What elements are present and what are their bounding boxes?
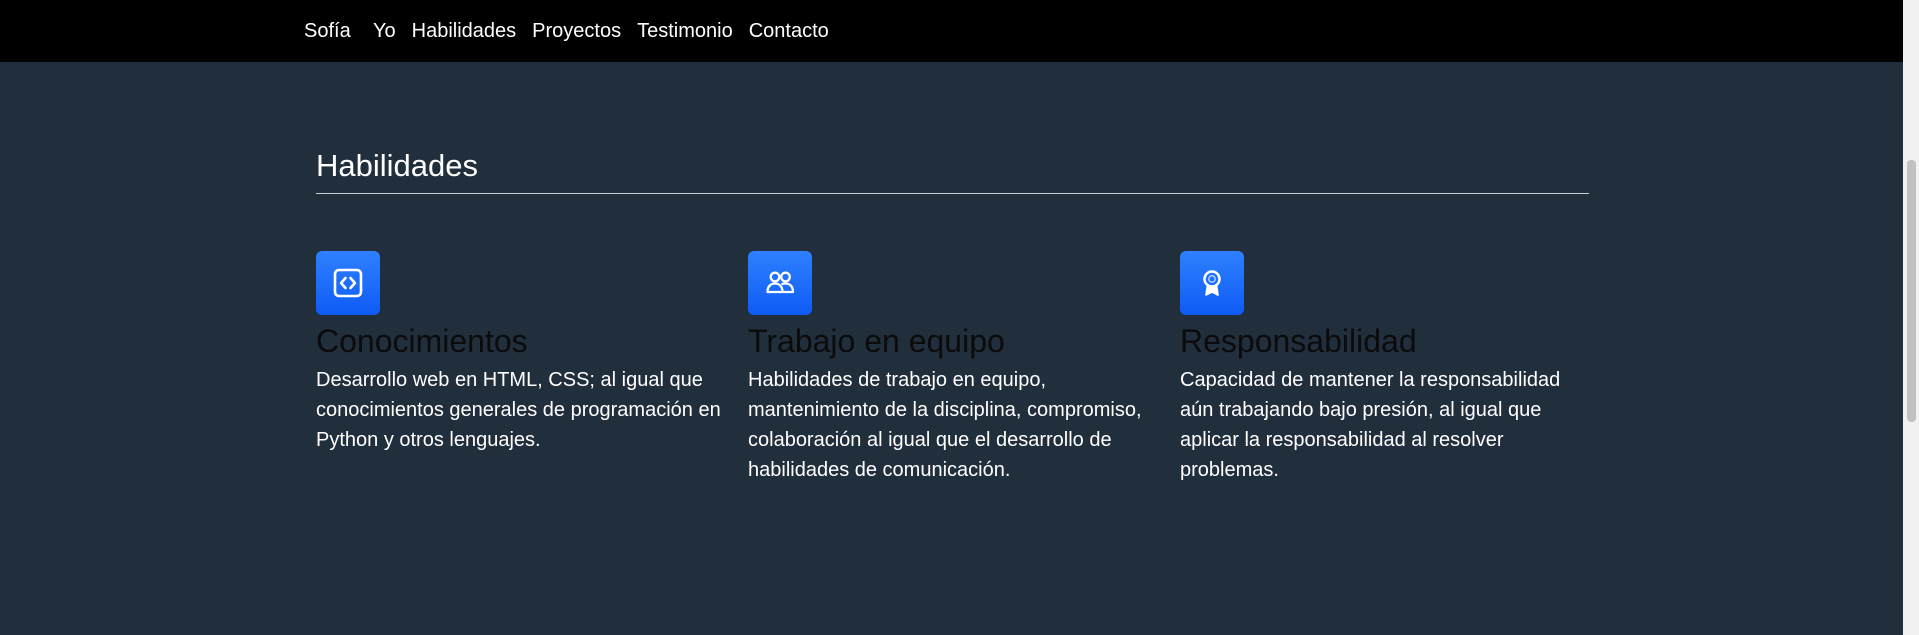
skill-description: Capacidad de mantener la responsabilidad… bbox=[1180, 369, 1561, 481]
skill-card-responsabilidad: Responsabilidad Capacidad de mantener la… bbox=[1180, 251, 1585, 485]
code-icon bbox=[316, 251, 380, 315]
page-scrollbar[interactable] bbox=[1903, 0, 1919, 635]
skill-title: Responsabilidad bbox=[1180, 323, 1417, 359]
nav-brand[interactable]: Sofía bbox=[304, 20, 351, 42]
skill-title: Trabajo en equipo bbox=[748, 323, 1005, 359]
nav-link-proyectos[interactable]: Proyectos bbox=[532, 20, 621, 42]
award-icon bbox=[1180, 251, 1244, 315]
skills-row: Conocimientos Desarrollo web en HTML, CS… bbox=[316, 251, 1585, 485]
section-title: Habilidades bbox=[316, 148, 478, 183]
skill-card-conocimientos: Conocimientos Desarrollo web en HTML, CS… bbox=[316, 251, 721, 485]
nav-link-testimonio[interactable]: Testimonio bbox=[637, 20, 733, 42]
nav-link-yo[interactable]: Yo bbox=[373, 20, 396, 42]
nav-links: Yo Habilidades Proyectos Testimonio Cont… bbox=[373, 20, 829, 42]
nav-link-habilidades[interactable]: Habilidades bbox=[412, 20, 517, 42]
people-icon bbox=[748, 251, 812, 315]
scrollbar-thumb[interactable] bbox=[1907, 160, 1916, 422]
navbar: Sofía Yo Habilidades Proyectos Testimoni… bbox=[0, 0, 1903, 62]
nav-link-contacto[interactable]: Contacto bbox=[749, 20, 829, 42]
skill-title: Conocimientos bbox=[316, 323, 528, 359]
skill-card-trabajo-en-equipo: Trabajo en equipo Habilidades de trabajo… bbox=[748, 251, 1153, 485]
section-divider bbox=[316, 193, 1589, 194]
skill-description: Habilidades de trabajo en equipo, manten… bbox=[748, 369, 1142, 481]
skill-description: Desarrollo web en HTML, CSS; al igual qu… bbox=[316, 369, 721, 451]
